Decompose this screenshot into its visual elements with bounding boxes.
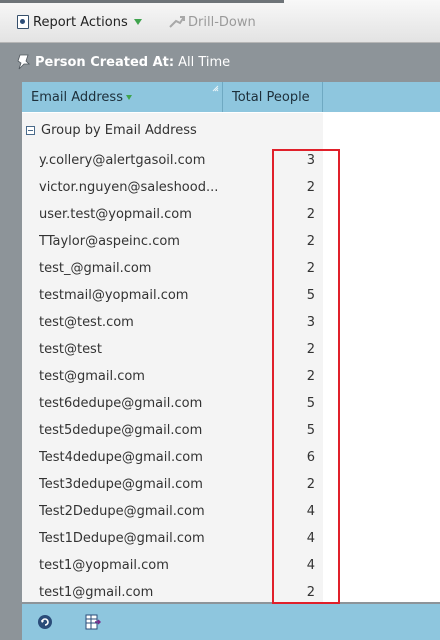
table-row[interactable]: test@test.com 3 [22,309,323,336]
refresh-icon[interactable] [37,614,53,630]
email-cell[interactable]: testmail@yopmail.com [39,282,217,309]
table-row[interactable]: user.test@yopmail.com 2 [22,201,323,228]
total-people-cell[interactable]: 4 [223,525,315,552]
table-row[interactable]: TTaylor@aspeinc.com 2 [22,228,323,255]
toolbar-top-line [0,0,284,3]
total-people-cell[interactable]: 2 [223,201,315,228]
drill-down-label: Drill-Down [188,14,256,30]
email-cell[interactable]: TTaylor@aspeinc.com [39,228,217,255]
total-people-cell[interactable]: 3 [223,147,315,174]
email-cell[interactable]: Test1Dedupe@gmail.com [39,525,217,552]
email-cell[interactable]: Test4dedupe@gmail.com [39,444,217,471]
email-cell[interactable]: victor.nguyen@saleshood.... [39,174,217,201]
report-grid: Email Address Total People Group by Emai… [22,82,440,602]
total-people-cell[interactable]: 2 [223,471,315,498]
total-people-cell[interactable]: 2 [223,363,315,390]
email-cell[interactable]: test1@yopmail.com [39,552,217,579]
group-label: Group by Email Address [41,122,197,138]
total-people-cell[interactable]: 4 [223,552,315,579]
total-people-cell[interactable]: 5 [223,282,315,309]
total-people-cell[interactable]: 3 [223,309,315,336]
column-header-label: Total People [232,89,310,105]
total-people-cell[interactable]: 2 [223,336,315,363]
email-cell[interactable]: test@gmail.com [39,363,217,390]
grid-header: Email Address Total People [22,82,440,112]
email-cell[interactable]: test1@gmail.com [39,579,217,606]
report-actions-button[interactable]: Report Actions [17,12,142,32]
collapse-icon[interactable] [26,125,35,135]
report-toolbar: Report Actions Drill-Down [0,0,440,43]
email-cell[interactable]: y.collery@alertgasoil.com [39,147,217,174]
email-cell[interactable]: test5dedupe@gmail.com [39,417,217,444]
report-icon [17,15,29,29]
grid-footer [22,604,440,640]
table-row[interactable]: y.collery@alertgasoil.com 3 [22,147,323,174]
table-row[interactable]: Test1Dedupe@gmail.com 4 [22,525,323,552]
table-row[interactable]: testmail@yopmail.com 5 [22,282,323,309]
email-cell[interactable]: test6dedupe@gmail.com [39,390,217,417]
total-people-cell[interactable]: 2 [223,579,315,606]
table-row[interactable]: Test2Dedupe@gmail.com 4 [22,498,323,525]
chevron-down-icon [133,19,142,25]
total-people-cell[interactable]: 2 [223,255,315,282]
column-header-label: Email Address [31,89,123,105]
email-cell[interactable]: test@test [39,336,217,363]
table-row[interactable]: test1@yopmail.com 4 [22,552,323,579]
total-people-cell[interactable]: 5 [223,390,315,417]
email-cell[interactable]: test@test.com [39,309,217,336]
filter-label[interactable]: Person Created At: [35,55,174,70]
total-people-cell[interactable]: 5 [223,417,315,444]
total-people-cell[interactable]: 4 [223,498,315,525]
email-cell[interactable]: user.test@yopmail.com [39,201,217,228]
table-row[interactable]: victor.nguyen@saleshood.... 2 [22,174,323,201]
table-row[interactable]: test@test 2 [22,336,323,363]
column-header-email-address[interactable]: Email Address [22,82,223,112]
filter-bar: Person Created At: All Time [0,43,440,81]
grid-body: Group by Email Address y.collery@alertga… [22,113,323,602]
table-row[interactable]: test5dedupe@gmail.com 5 [22,417,323,444]
group-row[interactable]: Group by Email Address [22,113,323,147]
email-cell[interactable]: Test2Dedupe@gmail.com [39,498,217,525]
column-grip-icon[interactable] [212,85,219,92]
report-view: Report Actions Drill-Down Person Created… [0,0,440,640]
column-header-total-people[interactable]: Total People [223,82,323,112]
report-actions-label: Report Actions [33,14,128,30]
sort-caret-icon [125,94,132,100]
table-row[interactable]: Test3dedupe@gmail.com 2 [22,471,323,498]
table-row[interactable]: test@gmail.com 2 [22,363,323,390]
table-row[interactable]: test_@gmail.com 2 [22,255,323,282]
table-row[interactable]: test1@gmail.com 2 [22,579,323,606]
drill-down-button[interactable]: Drill-Down [168,12,256,32]
table-row[interactable]: test6dedupe@gmail.com 5 [22,390,323,417]
table-row[interactable]: Test4dedupe@gmail.com 6 [22,444,323,471]
total-people-cell[interactable]: 6 [223,444,315,471]
total-people-cell[interactable]: 2 [223,228,315,255]
email-cell[interactable]: Test3dedupe@gmail.com [39,471,217,498]
filter-value[interactable]: All Time [178,55,230,70]
email-cell[interactable]: test_@gmail.com [39,255,217,282]
filter-pin-icon[interactable] [17,54,31,70]
drill-down-icon [169,16,185,28]
export-grid-icon[interactable] [85,614,101,630]
total-people-cell[interactable]: 2 [223,174,315,201]
